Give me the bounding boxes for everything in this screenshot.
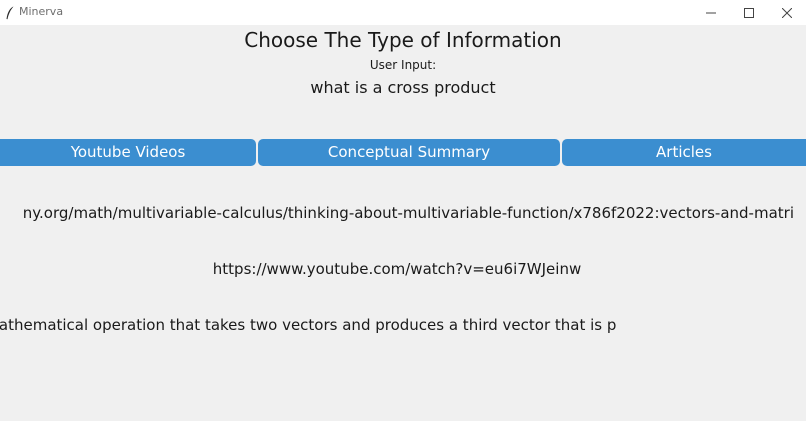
minimize-button[interactable] — [692, 0, 730, 25]
user-input-label: User Input: — [369, 58, 437, 72]
result-line-video-url[interactable]: https://www.youtube.com/watch?v=eu6i7WJe… — [0, 258, 794, 280]
conceptual-summary-button[interactable]: Conceptual Summary — [258, 139, 560, 166]
maximize-icon — [744, 7, 754, 18]
result-line-article-url[interactable]: ny.org/math/multivariable-calculus/think… — [0, 202, 794, 224]
result-line-summary[interactable]: e vector product, is a mathematical oper… — [0, 314, 794, 336]
minimize-icon — [706, 12, 716, 13]
app-window: Minerva Choose The Type of Information U… — [0, 0, 806, 421]
maximize-button[interactable] — [730, 0, 768, 25]
title-bar[interactable]: Minerva — [0, 0, 806, 25]
result-text: https://www.youtube.com/watch?v=eu6i7WJe… — [212, 260, 582, 278]
articles-button[interactable]: Articles — [562, 139, 806, 166]
feather-icon — [5, 5, 15, 20]
page-heading: Choose The Type of Information — [244, 28, 562, 52]
window-title: Minerva — [19, 5, 64, 18]
close-button[interactable] — [768, 0, 806, 25]
close-icon — [782, 7, 792, 18]
youtube-videos-button[interactable]: Youtube Videos — [0, 139, 256, 166]
user-query-text: what is a cross product — [310, 78, 496, 97]
result-text: ny.org/math/multivariable-calculus/think… — [22, 204, 794, 222]
result-text: e vector product, is a mathematical oper… — [0, 316, 617, 334]
